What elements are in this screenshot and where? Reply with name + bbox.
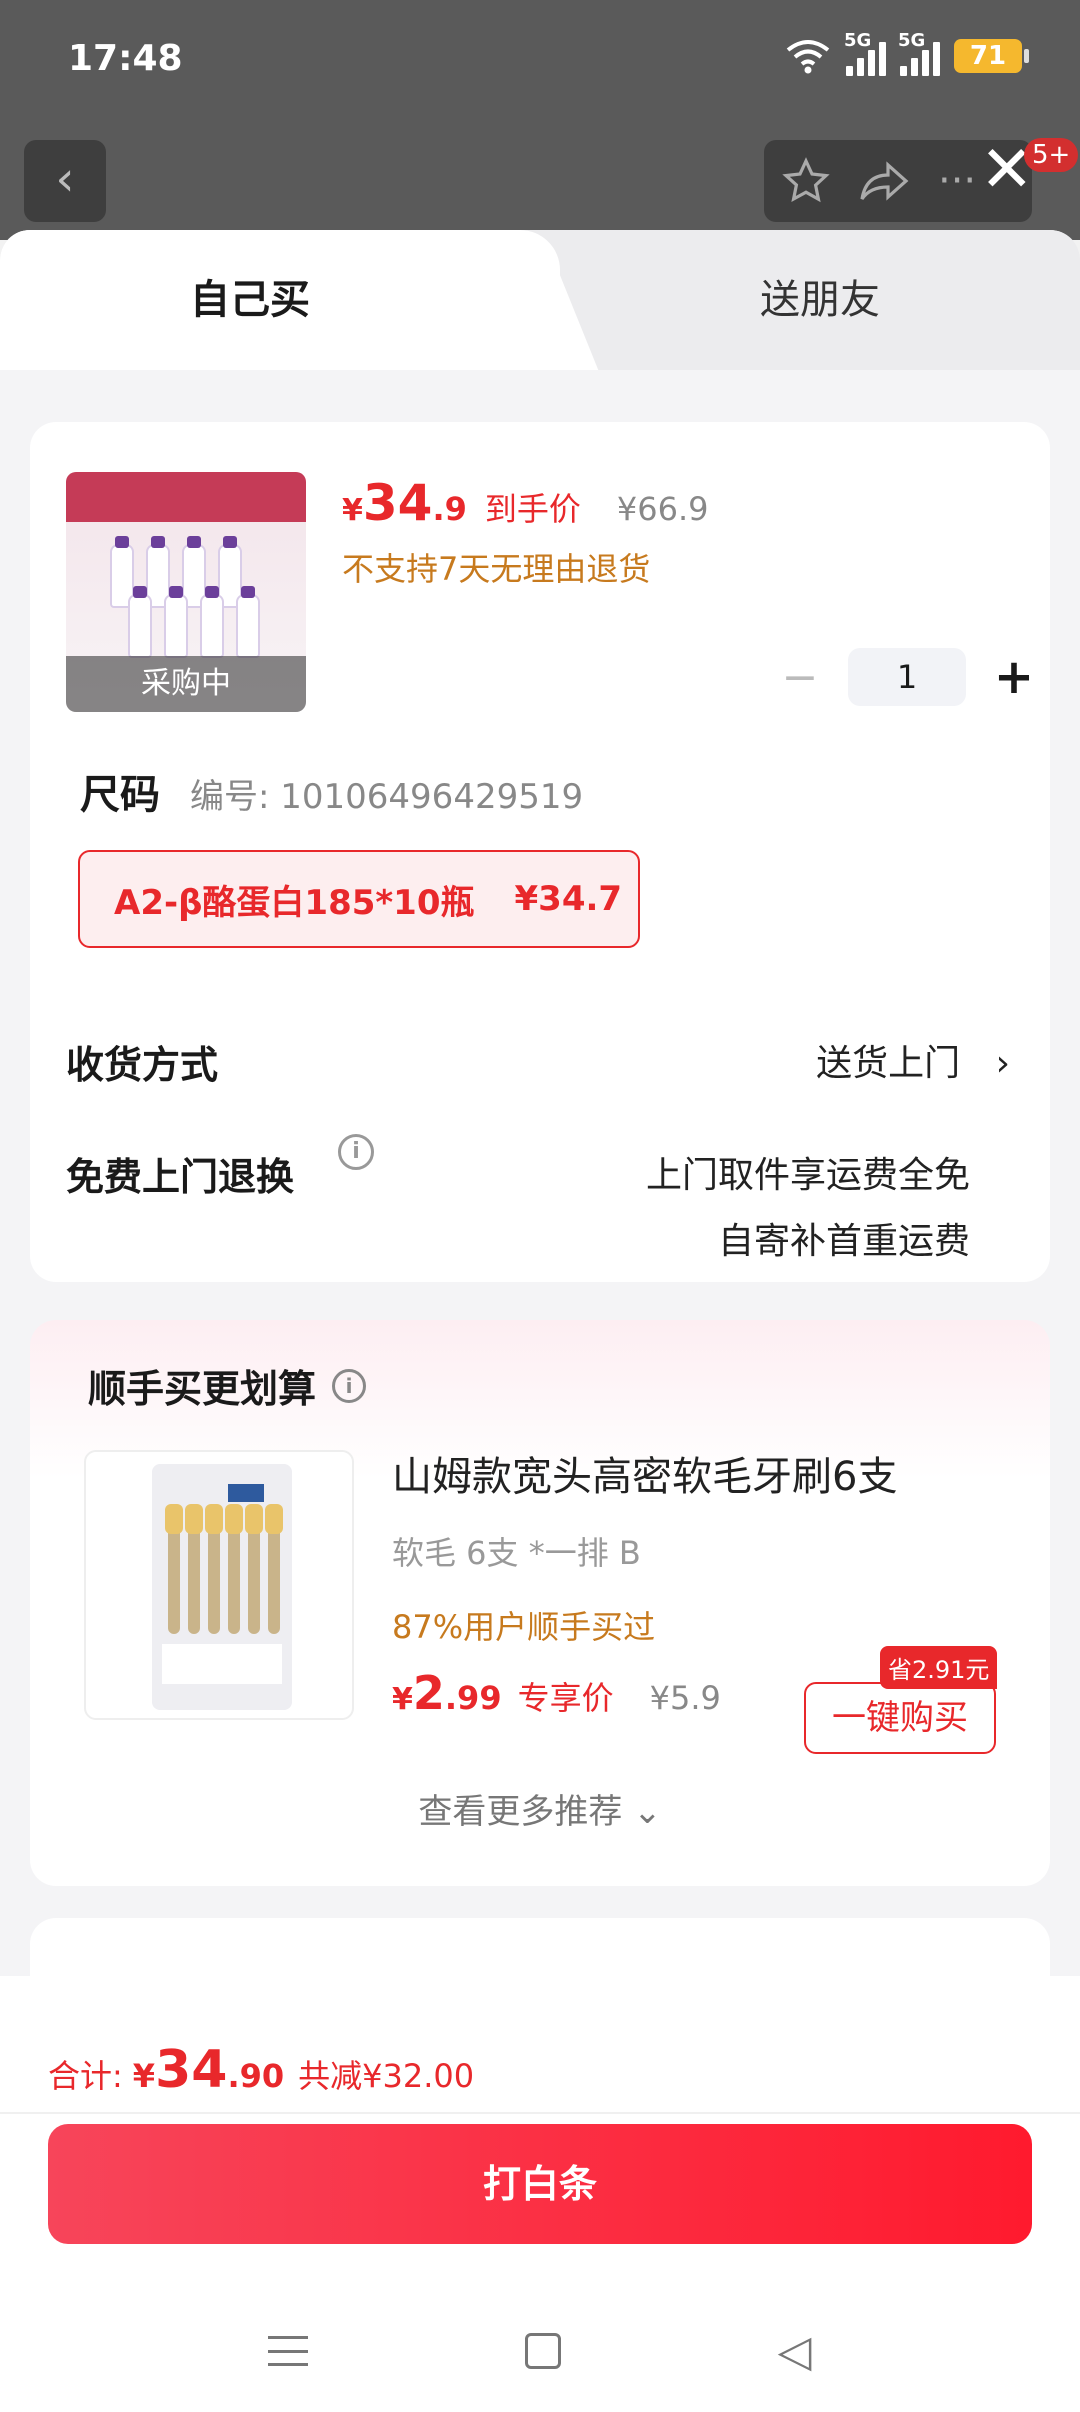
bundle-title: 顺手买更划算 i — [88, 1358, 367, 1413]
wifi-icon — [786, 40, 830, 74]
status-bar: 17:48 5G 5G 71 — [0, 0, 1080, 120]
chevron-left-icon: ‹ — [55, 151, 75, 207]
more-icon[interactable]: ··· — [938, 158, 976, 204]
variant-price: ¥34.7 — [514, 879, 623, 919]
returns-value-line2: 自寄补首重运费 — [717, 1221, 970, 1262]
returns-value-line1: 上门取件享运费全免 — [645, 1155, 970, 1196]
system-nav-bar: ◁ — [0, 2290, 1080, 2412]
divider — [0, 2112, 1080, 2114]
bundle-item-title[interactable]: 山姆款宽头高密软毛牙刷6支 — [392, 1444, 897, 1502]
info-icon[interactable]: i — [332, 1368, 367, 1403]
back-button[interactable]: ‹ — [24, 140, 106, 222]
quantity-value[interactable]: 1 — [848, 648, 966, 706]
returns-label: 免费上门退换 — [66, 1155, 295, 1199]
original-price: ¥66.9 — [616, 490, 709, 528]
product-card: 采购中 ¥ 34 .9 到手价 ¥66.9 不支持7天无理由退货 − 1 + 尺… — [30, 422, 1050, 1282]
back-triangle-icon[interactable]: ◁ — [778, 2326, 812, 2377]
price-tag: 到手价 — [484, 490, 581, 528]
bundle-item-spec: 软毛 6支 *一排 B — [392, 1534, 641, 1572]
chevron-right-icon: › — [995, 1043, 1010, 1084]
toothbrush-image[interactable] — [84, 1450, 354, 1720]
star-icon[interactable] — [782, 157, 830, 205]
product-image-caption: 采购中 — [66, 656, 306, 712]
delivery-label: 收货方式 — [66, 1043, 219, 1087]
signal-icon-2: 5G — [898, 30, 940, 76]
return-policy-note: 不支持7天无理由退货 — [342, 550, 651, 588]
more-recommendations-link[interactable]: 查看更多推荐 ⌄ — [30, 1784, 1050, 1833]
bundle-bought-rate: 87%用户顺手买过 — [392, 1608, 656, 1646]
increase-button[interactable]: + — [984, 649, 1044, 705]
product-image[interactable]: 采购中 — [66, 472, 306, 712]
product-image-banner — [66, 472, 306, 522]
one-click-buy-button[interactable]: 一键购买 — [804, 1682, 996, 1754]
battery-icon: 71 — [954, 39, 1029, 73]
variant-name: A2-β酪蛋白185*10瓶 — [114, 882, 475, 923]
product-price: ¥ 34 .9 到手价 ¥66.9 — [342, 474, 709, 532]
decrease-button[interactable]: − — [770, 652, 830, 703]
serial-number: 编号: 10106496429519 — [190, 777, 584, 817]
tab-gift-friend[interactable]: 送朋友 — [560, 230, 1080, 370]
tab-buy-myself[interactable]: 自己买 — [0, 230, 560, 370]
variant-option-selected[interactable]: A2-β酪蛋白185*10瓶 ¥34.7 — [78, 850, 640, 948]
tab-bar: 自己买 送朋友 — [0, 230, 1080, 370]
bundle-card: 顺手买更划算 i 山姆款宽头高密软毛牙刷6支 软毛 6支 *一排 B 87%用户… — [30, 1320, 1050, 1886]
bundle-price: ¥ 2 .99 专享价 ¥5.9 — [392, 1666, 721, 1720]
size-header: 尺码 编号: 10106496429519 — [80, 762, 583, 820]
info-icon[interactable]: i — [338, 1134, 374, 1170]
status-icons: 5G 5G 71 — [784, 30, 1029, 76]
delivery-option[interactable]: 送货上门 › — [816, 1034, 1010, 1086]
save-badge: 省2.91元 — [880, 1646, 998, 1689]
status-time: 17:48 — [68, 38, 183, 79]
notification-badge: 5+ — [1024, 138, 1079, 172]
total-discount: 共减¥32.00 — [298, 2057, 475, 2095]
menu-icon[interactable] — [268, 2336, 309, 2366]
share-icon[interactable] — [858, 157, 910, 205]
size-label: 尺码 — [80, 772, 160, 818]
pay-button[interactable]: 打白条 — [48, 2124, 1032, 2244]
pack-badge-icon — [228, 1484, 264, 1502]
total-summary: 合计: ¥ 34 .90 共减¥32.00 — [48, 2040, 475, 2100]
home-icon[interactable] — [525, 2333, 562, 2369]
signal-icon-1: 5G — [844, 30, 886, 76]
quantity-stepper: − 1 + — [770, 648, 1044, 706]
